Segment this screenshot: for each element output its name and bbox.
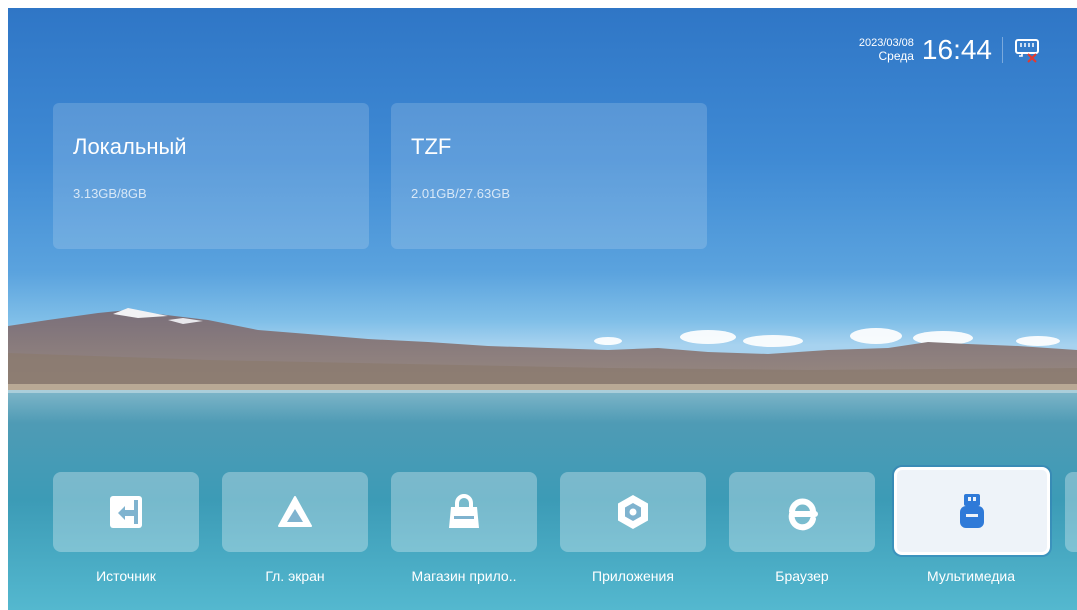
- app-tile-home[interactable]: [222, 472, 368, 552]
- app-label: Гл. экран: [265, 568, 325, 584]
- ethernet-disconnected-icon: [1015, 39, 1039, 63]
- clouds: [594, 328, 1060, 347]
- browser-e-icon: [788, 498, 818, 531]
- tv-home-screen: 2023/03/08 Среда 16:44 Локальный 3.13GB/…: [8, 8, 1077, 610]
- app-tile-app-store[interactable]: [391, 472, 537, 552]
- app-store-bag-icon: [449, 494, 479, 528]
- source-input-icon: [110, 496, 142, 528]
- storage-size: 3.13GB/8GB: [73, 186, 147, 201]
- date-block: 2023/03/08 Среда: [859, 37, 914, 63]
- storage-card-usb[interactable]: TZF 2.01GB/27.63GB: [391, 103, 707, 249]
- storage-card-local[interactable]: Локальный 3.13GB/8GB: [53, 103, 369, 249]
- weekday-text: Среда: [878, 49, 914, 63]
- apps-hexagon-icon: [618, 495, 648, 529]
- shoreline: [8, 384, 1077, 390]
- storage-name: TZF: [411, 134, 452, 159]
- app-label: Мультимедиа: [927, 568, 1015, 584]
- app-label: Приложения: [592, 568, 674, 584]
- home-icon: [278, 496, 312, 527]
- app-label: Магазин прило..: [411, 568, 517, 584]
- storage-name: Локальный: [73, 134, 187, 159]
- storage-size: 2.01GB/27.63GB: [411, 186, 511, 201]
- app-label: Браузер: [775, 568, 829, 584]
- app-tile-browser[interactable]: [729, 472, 875, 552]
- app-label: Источник: [96, 568, 156, 584]
- status-bar: 2023/03/08 Среда 16:44: [859, 34, 1041, 66]
- app-tile-multimedia[interactable]: [894, 467, 1050, 555]
- app-tile-applications[interactable]: [560, 472, 706, 552]
- app-tile-source[interactable]: [53, 472, 199, 552]
- status-divider: [1002, 37, 1003, 63]
- app-tile-partial[interactable]: [1065, 472, 1077, 552]
- multimedia-usb-icon: [960, 494, 984, 528]
- clock-time: 16:44: [921, 34, 992, 65]
